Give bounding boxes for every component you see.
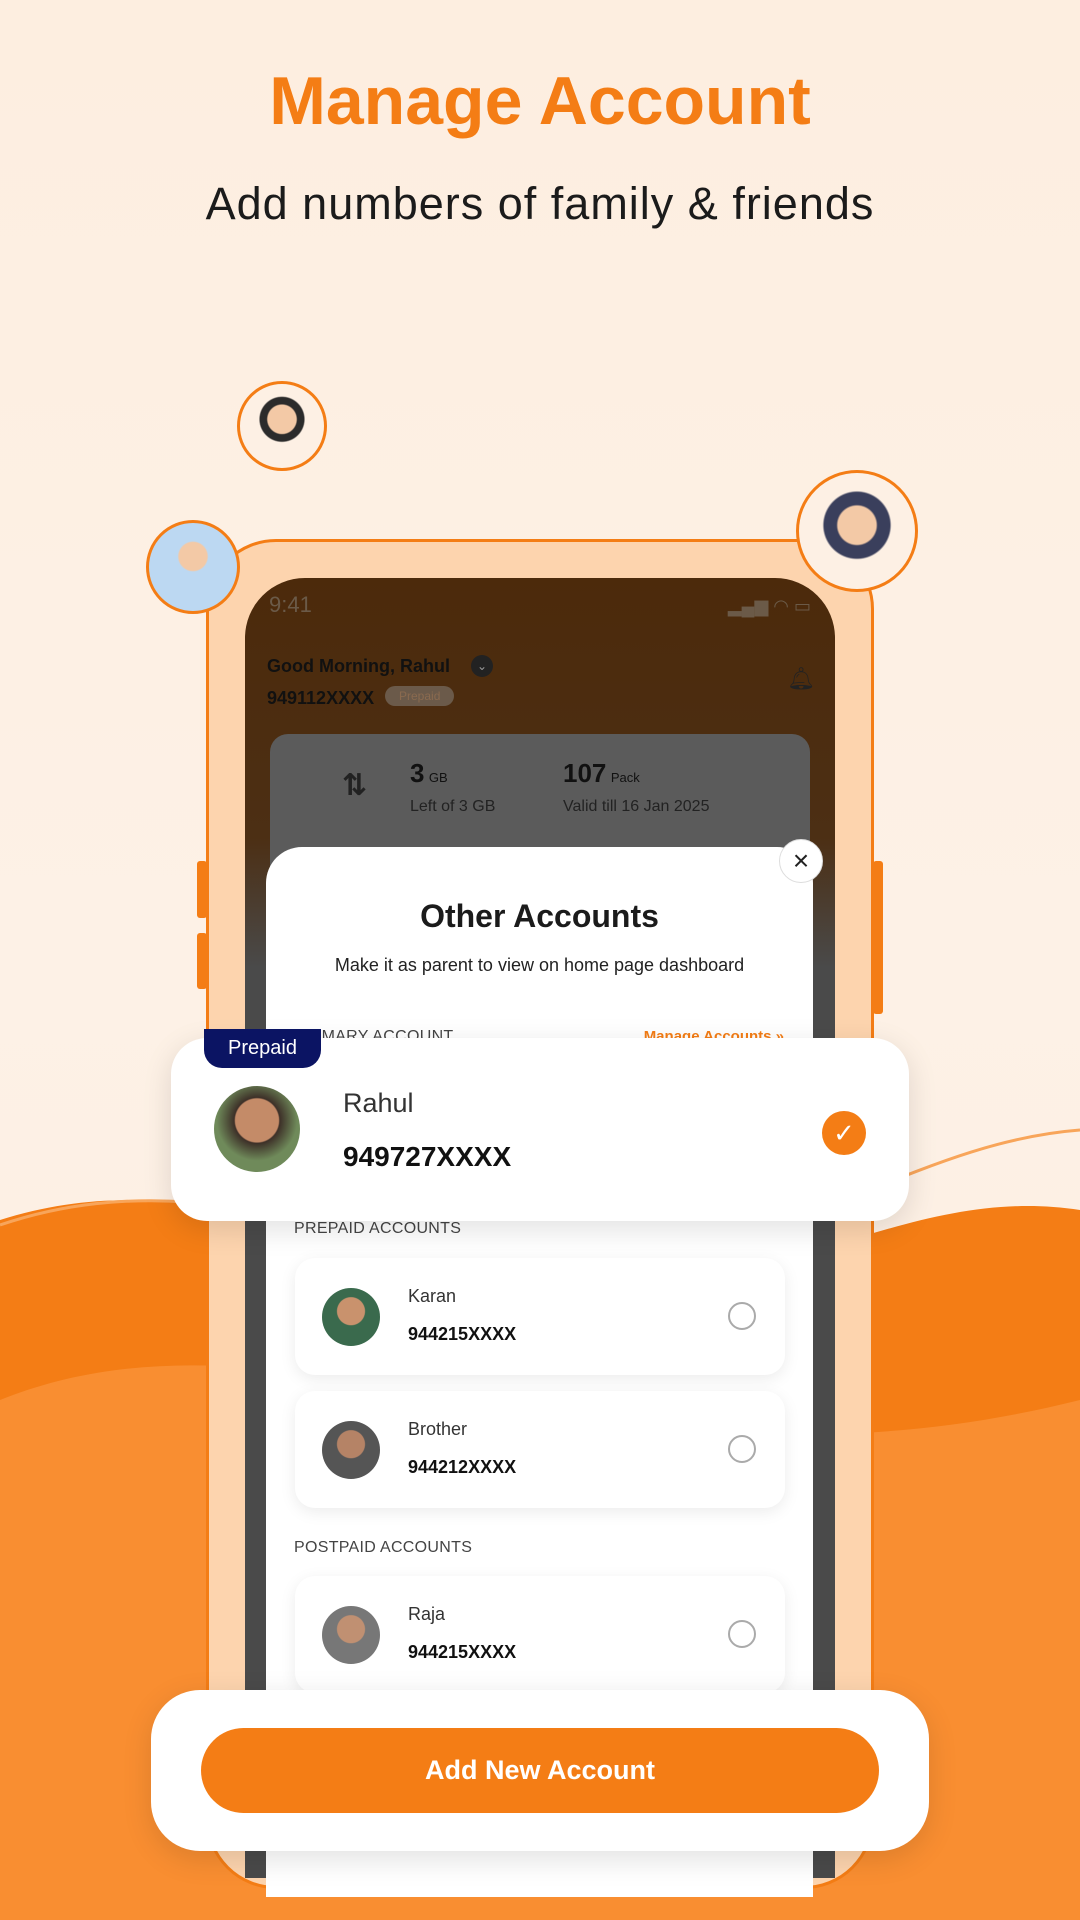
avatar: [214, 1086, 300, 1172]
page-title: Manage Account: [269, 63, 811, 139]
account-card-karan[interactable]: Karan 944215XXXX: [295, 1258, 785, 1375]
sheet-title: Other Accounts: [420, 898, 659, 934]
avatar: [322, 1606, 380, 1664]
account-name: Karan: [408, 1286, 457, 1306]
add-new-account-button[interactable]: Add New Account: [201, 1728, 879, 1813]
postpaid-accounts-label: POSTPAID ACCOUNTS: [294, 1539, 473, 1556]
select-radio[interactable]: [728, 1435, 756, 1463]
plan-badge: Prepaid: [385, 686, 455, 706]
account-card-raja[interactable]: Raja 944215XXXX: [295, 1576, 785, 1693]
chevron-down-icon[interactable]: ⌄: [471, 655, 493, 677]
status-time: 9:41: [269, 592, 312, 617]
select-radio[interactable]: [728, 1620, 756, 1648]
pack-unit: Pack: [610, 770, 640, 785]
avatar: [322, 1421, 380, 1479]
account-card-brother[interactable]: Brother 944212XXXX: [295, 1391, 785, 1508]
account-number: 944215XXXX: [408, 1324, 517, 1344]
greeting: Good Morning, Rahul: [267, 656, 450, 676]
account-name: Raja: [408, 1604, 446, 1624]
sheet-description: Make it as parent to view on home page d…: [334, 955, 745, 975]
account-name: Brother: [408, 1419, 468, 1439]
account-number: 944215XXXX: [408, 1642, 517, 1662]
family-avatar-man: [146, 520, 240, 614]
family-avatar-woman-phone: [237, 381, 327, 471]
close-icon[interactable]: ×: [779, 839, 823, 883]
check-icon[interactable]: ✓: [822, 1111, 866, 1155]
pack-amount: 107: [563, 758, 607, 788]
up-down-arrows-icon: ⇅: [342, 769, 368, 802]
prepaid-tag: Prepaid: [204, 1029, 321, 1068]
status-icons: ▂▄▆ ◠ ▭: [727, 596, 811, 616]
prepaid-accounts-label: PREPAID ACCOUNTS: [294, 1220, 462, 1237]
avatar: [322, 1288, 380, 1346]
family-avatar-woman: [796, 470, 918, 592]
bell-icon[interactable]: 🔔︎: [787, 666, 815, 692]
account-number: 949727XXXX: [343, 1141, 512, 1172]
phone-side-button: [873, 861, 883, 1014]
account-number: 944212XXXX: [408, 1457, 517, 1477]
page-subtitle: Add numbers of family & friends: [205, 178, 875, 229]
account-name: Rahul: [343, 1088, 414, 1118]
data-amount: 3: [410, 758, 425, 788]
phone-number: 949112XXXX: [267, 688, 375, 708]
select-radio[interactable]: [728, 1302, 756, 1330]
data-caption: Left of 3 GB: [410, 798, 496, 815]
data-unit: GB: [428, 770, 448, 785]
pack-caption: Valid till 16 Jan 2025: [563, 798, 710, 815]
